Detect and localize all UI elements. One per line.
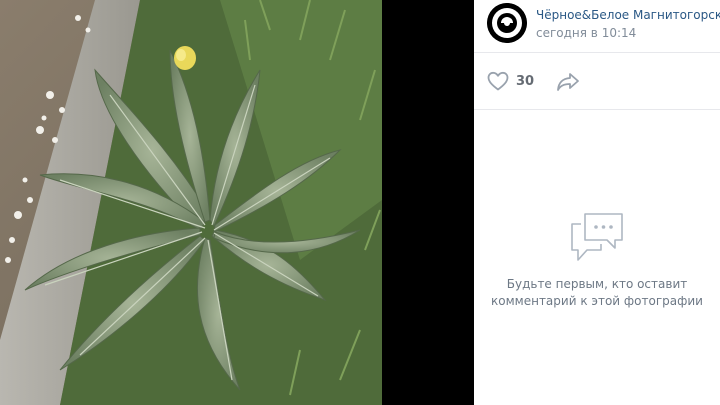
empty-comments-line1: Будьте первым, кто оставит (506, 277, 688, 291)
heart-icon (487, 71, 509, 91)
like-button[interactable]: 30 (486, 68, 534, 94)
viewer-backdrop (382, 0, 474, 405)
plant-photo-image (0, 0, 382, 405)
empty-comments-text: Будьте первым, кто оставит комментарий к… (474, 276, 720, 310)
share-icon (557, 73, 579, 91)
like-count: 30 (516, 73, 535, 89)
post-photo[interactable] (0, 0, 382, 405)
avatar[interactable] (487, 3, 527, 43)
post-actions: 30 (474, 53, 720, 110)
post-side-panel: Чёрное&Белое Магнитогорск сегодня в 10:1… (474, 0, 720, 405)
community-logo-icon (487, 3, 527, 43)
post-header: Чёрное&Белое Магнитогорск сегодня в 10:1… (474, 0, 720, 53)
post-time[interactable]: сегодня в 10:14 (536, 26, 636, 40)
share-button[interactable] (555, 68, 581, 94)
empty-comments-line2: комментарий к этой фотографии (491, 294, 703, 308)
comments-icon (571, 213, 623, 261)
author-name[interactable]: Чёрное&Белое Магнитогорск (536, 8, 720, 22)
empty-comments: Будьте первым, кто оставит комментарий к… (474, 210, 720, 310)
